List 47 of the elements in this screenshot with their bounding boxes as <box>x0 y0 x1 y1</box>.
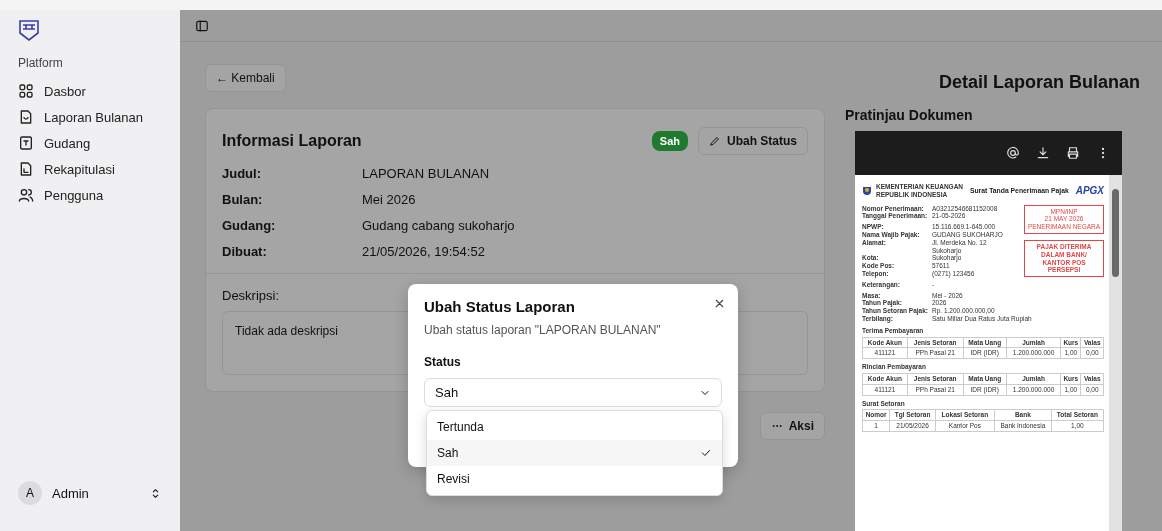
dropdown-option[interactable]: Revisi <box>427 466 722 492</box>
pencil-icon <box>709 135 721 147</box>
sidebar-item[interactable]: Rekapitulasi <box>10 156 170 182</box>
edit-status-button[interactable]: Ubah Status <box>698 127 808 155</box>
close-icon <box>713 297 726 310</box>
card-title: Informasi Laporan <box>222 132 363 150</box>
sidebar-item[interactable]: Pengguna <box>10 182 170 208</box>
document-icon <box>18 109 34 125</box>
print-icon <box>1066 146 1080 160</box>
field-label: Status <box>424 355 462 369</box>
download-icon <box>1036 146 1050 160</box>
section-label: Platform <box>18 56 64 70</box>
field-value: Gudang cabang sukoharjo <box>362 218 515 233</box>
status-select[interactable]: Sah <box>424 378 722 407</box>
annotation-icon <box>1006 146 1020 160</box>
field-label: Gudang: <box>222 218 277 233</box>
box-icon <box>18 135 34 151</box>
field-label: Bulan: <box>222 192 264 207</box>
sidebar-item[interactable]: Laporan Bulanan <box>10 104 170 130</box>
preview-title: Pratinjau Dokumen <box>845 107 974 123</box>
grid-icon <box>18 83 34 99</box>
dropdown-option[interactable]: Sah <box>427 440 722 466</box>
actions-button[interactable]: Aksi <box>759 412 825 440</box>
user-menu[interactable]: A Admin <box>10 475 170 523</box>
back-button[interactable]: ← Kembali <box>205 64 286 92</box>
field-label: Dibuat: <box>222 244 268 259</box>
check-icon <box>700 447 712 459</box>
field-value: 21/05/2026, 19:54:52 <box>362 244 485 259</box>
status-badge: Sah <box>651 131 688 151</box>
user-name: Admin <box>52 485 90 501</box>
sidebar-item[interactable]: Dasbor <box>10 78 170 104</box>
sidebar-toggle-icon <box>195 18 209 33</box>
field-value: LAPORAN BULANAN <box>362 166 490 181</box>
sidebar-item[interactable]: Gudang <box>10 130 170 156</box>
dialog-subtitle: Ubah status laporan "LAPORAN BULANAN" <box>424 323 662 337</box>
field-label: Judul: <box>222 166 262 181</box>
logo-icon <box>18 18 40 42</box>
scrollbar[interactable] <box>1109 175 1122 531</box>
page-title: Detail Laporan Bulanan <box>937 72 1140 93</box>
description-label: Deskripsi: <box>222 288 281 303</box>
brand-logo: APGX <box>1075 184 1104 197</box>
dropdown-option[interactable]: Tertunda <box>427 414 722 440</box>
avatar: A <box>18 481 42 505</box>
emblem-icon <box>862 185 872 196</box>
field-value: Mei 2026 <box>362 192 416 207</box>
document-icon <box>18 161 34 177</box>
users-icon <box>18 187 34 203</box>
